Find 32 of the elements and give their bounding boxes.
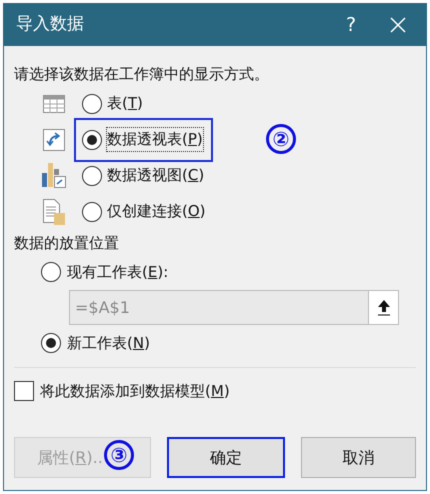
checkbox[interactable] bbox=[14, 381, 34, 401]
window-title: 导入数据 bbox=[16, 13, 84, 36]
radio-button[interactable] bbox=[82, 166, 102, 186]
close-icon[interactable] bbox=[390, 17, 406, 33]
option-label: 数据透视图(C) bbox=[107, 166, 204, 184]
option-label: 仅创建连接(O) bbox=[107, 202, 206, 220]
radio-button[interactable] bbox=[82, 202, 102, 222]
table-icon bbox=[43, 94, 65, 112]
radio-option[interactable]: 现有工作表(E): bbox=[41, 254, 426, 290]
help-button[interactable]: ? bbox=[336, 10, 366, 40]
radio-button[interactable] bbox=[41, 333, 61, 353]
radio-option[interactable]: 新工作表(N) bbox=[41, 325, 426, 361]
step-number: ② bbox=[266, 124, 296, 154]
option-label: 新工作表(N) bbox=[67, 332, 150, 354]
radio-button[interactable] bbox=[82, 94, 102, 114]
up-arrow-icon bbox=[378, 300, 390, 316]
radio-option[interactable]: 数据透视表(P) bbox=[74, 118, 213, 162]
document-icon bbox=[43, 198, 65, 224]
pivot-table-icon bbox=[43, 128, 65, 150]
dialog-button[interactable]: 取消 bbox=[300, 437, 416, 478]
option-label: 数据透视表(P) bbox=[107, 130, 203, 148]
checkbox-label: 将此数据添加到数据模型(M) bbox=[40, 380, 230, 402]
collapse-button[interactable] bbox=[368, 291, 398, 324]
checkbox-option[interactable]: 将此数据添加到数据模型(M) bbox=[14, 379, 426, 403]
option-label: 现有工作表(E): bbox=[67, 262, 168, 283]
cell-reference: =$A$1 bbox=[74, 296, 131, 318]
radio-button[interactable] bbox=[41, 262, 61, 282]
pivot-chart-icon bbox=[42, 162, 66, 188]
dialog-button[interactable]: 确定 bbox=[167, 437, 285, 478]
section-heading: 数据的放置位置 bbox=[14, 232, 119, 254]
option-label: 表(T) bbox=[107, 94, 143, 112]
radio-button[interactable] bbox=[82, 130, 102, 150]
